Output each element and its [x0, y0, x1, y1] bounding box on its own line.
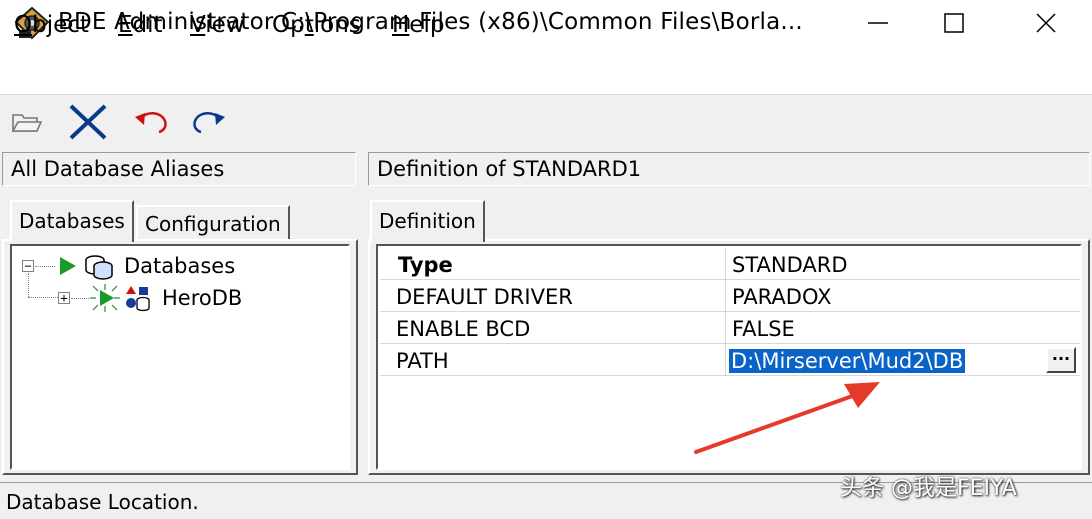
herodb-database-icon	[124, 284, 152, 316]
tree-collapse-toggle[interactable]: −	[22, 260, 34, 272]
menu-edit[interactable]: Edit	[118, 10, 163, 40]
menu-help[interactable]: Help	[392, 10, 444, 40]
status-text: Database Location.	[6, 490, 199, 514]
watermark: 头条 @我是FEIYA	[840, 476, 1017, 501]
open-button[interactable]	[4, 100, 48, 144]
tab-definition[interactable]: Definition	[370, 200, 485, 242]
minimize-icon	[868, 22, 888, 24]
tree-connector	[28, 273, 29, 297]
tree-expand-toggle[interactable]: +	[58, 292, 70, 304]
delete-x-icon	[69, 104, 107, 140]
tab-configuration[interactable]: Configuration	[136, 205, 290, 239]
tree-active-arrow-icon	[88, 284, 122, 316]
maximize-icon	[944, 13, 964, 33]
left-panel-header: All Database Aliases	[2, 152, 356, 186]
annotation-arrow-icon	[690, 370, 890, 464]
delete-button[interactable]	[66, 100, 110, 144]
grid-value-enable-bcd[interactable]: FALSE	[732, 314, 795, 344]
undo-icon	[135, 112, 167, 134]
tree-connector	[71, 298, 89, 299]
close-icon	[1036, 13, 1056, 33]
right-panel-header: Definition of STANDARD1	[368, 152, 1090, 186]
grid-name-type: Type	[398, 253, 453, 277]
redo-button[interactable]	[186, 100, 230, 144]
undo-button[interactable]	[130, 100, 174, 144]
databases-icon	[82, 252, 116, 284]
grid-row[interactable]	[380, 248, 1080, 280]
browse-path-button[interactable]: ...	[1046, 347, 1076, 373]
tree-connector	[35, 266, 55, 267]
close-button[interactable]	[1000, 0, 1092, 46]
redo-icon	[193, 112, 225, 134]
grid-value-default-driver[interactable]: PARADOX	[732, 282, 832, 312]
menu-view[interactable]: View	[190, 10, 245, 40]
grid-name-enable-bcd: ENABLE BCD	[396, 317, 531, 341]
tree-arrow-icon	[56, 255, 78, 281]
open-folder-icon	[11, 114, 42, 132]
grid-value-type[interactable]: STANDARD	[732, 250, 848, 280]
menu-bar	[0, 46, 1092, 95]
tab-databases[interactable]: Databases	[10, 200, 134, 242]
tree-item-databases[interactable]: Databases	[124, 252, 235, 280]
grid-name-path: PATH	[396, 349, 449, 373]
menu-options[interactable]: Options	[272, 10, 361, 40]
grid-name-default-driver: DEFAULT DRIVER	[396, 285, 573, 309]
tree-item-herodb[interactable]: HeroDB	[162, 284, 242, 312]
menu-object[interactable]: Object	[14, 10, 89, 40]
maximize-button[interactable]	[908, 0, 1000, 46]
grid-column-divider	[725, 248, 726, 376]
tree-connector	[28, 297, 58, 298]
